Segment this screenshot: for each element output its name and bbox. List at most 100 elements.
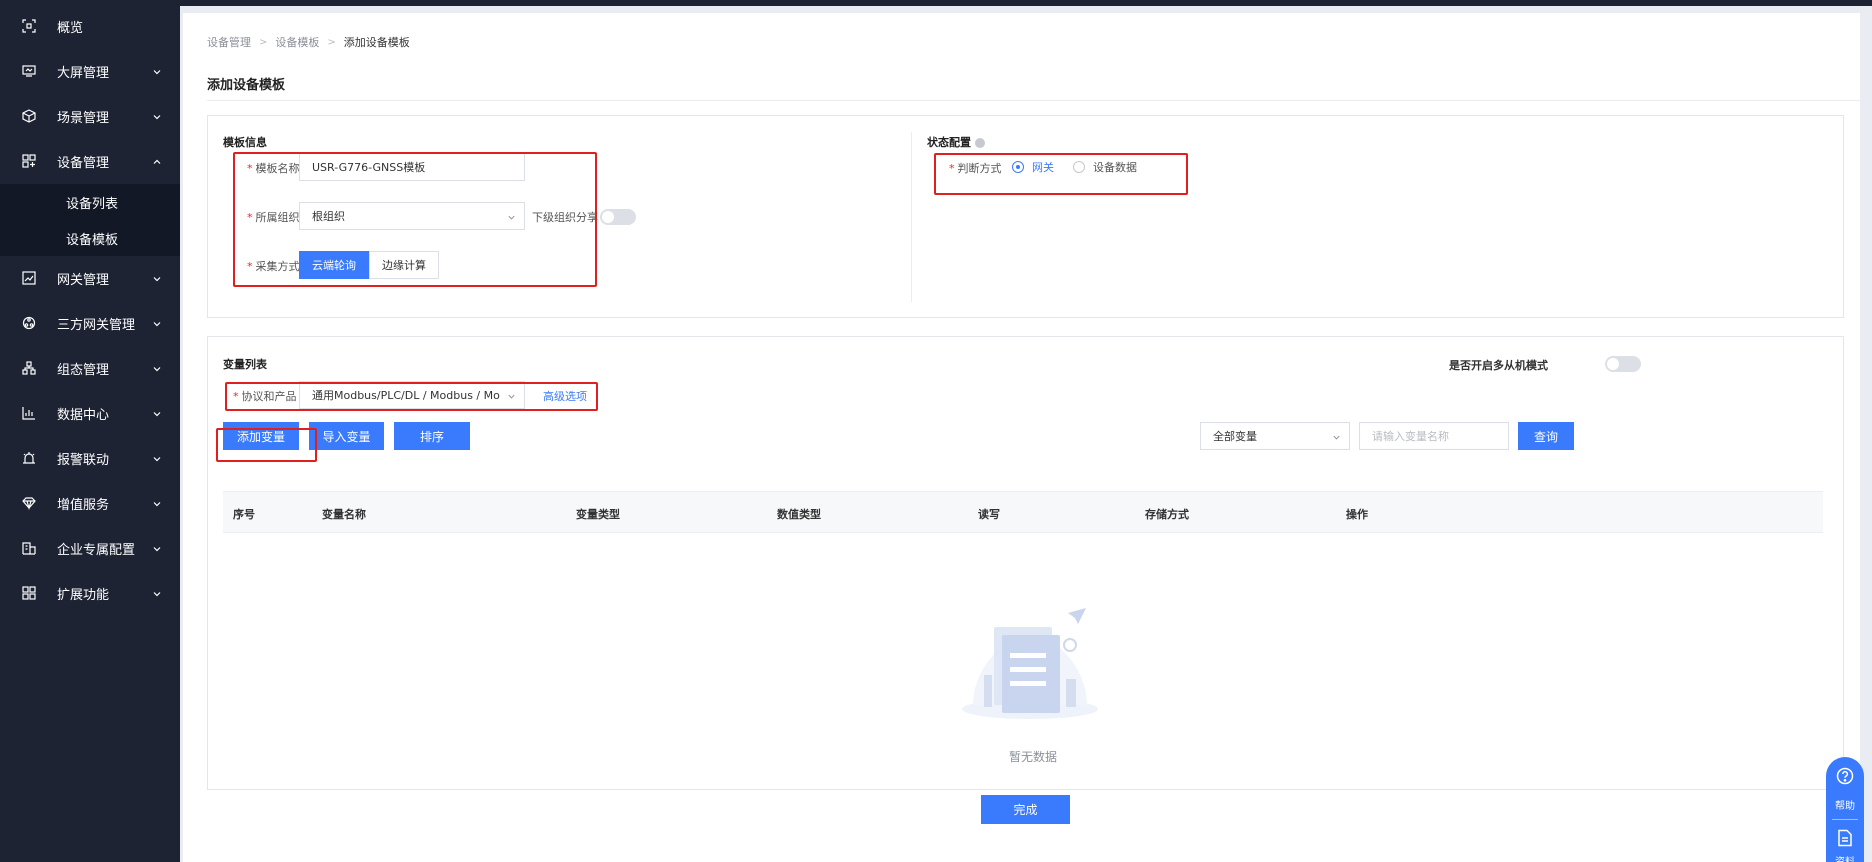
chevron-down-icon [152, 66, 162, 76]
protocol-label: * 协议和产品 [233, 390, 297, 403]
alarm-icon [22, 451, 36, 465]
organization-label: * 所属组织 [247, 211, 300, 224]
sidebar-item-third-party-gateway[interactable]: 三方网关管理 [0, 305, 180, 341]
sidebar-item-label: 扩展功能 [57, 587, 110, 603]
finish-button[interactable]: 完成 [981, 795, 1070, 824]
chevron-up-icon [152, 156, 162, 166]
method-edge-computing-button[interactable]: 边缘计算 [369, 251, 439, 279]
column-header: 存储方式 [1145, 508, 1189, 521]
template-name-input[interactable]: USR-G776-GNSS模板 [299, 153, 525, 181]
column-header: 序号 [233, 508, 255, 521]
radio-label: 设备数据 [1093, 161, 1137, 174]
collection-method-group: 云端轮询 边缘计算 [299, 251, 439, 279]
chart-icon [22, 271, 36, 285]
divider [1832, 819, 1858, 820]
grid-icon [22, 586, 36, 600]
sub-org-share-toggle[interactable] [600, 209, 636, 225]
sidebar-item-device-management[interactable]: 设备管理 [0, 143, 180, 179]
column-header: 数值类型 [777, 508, 821, 521]
judge-radio-gateway[interactable]: 网关 [1012, 159, 1054, 175]
breadcrumb-item[interactable]: 设备模板 [275, 34, 319, 50]
help-icon[interactable] [974, 138, 985, 148]
vertical-divider [911, 132, 912, 302]
sidebar-item-label: 网关管理 [57, 272, 110, 288]
floating-help-widget[interactable]: 帮助 资料 [1826, 757, 1864, 862]
building-icon [22, 541, 36, 555]
sidebar-subitem-label: 设备模板 [66, 232, 119, 248]
variable-search-input[interactable]: 请输入变量名称 [1359, 422, 1509, 450]
bar-chart-icon [22, 406, 36, 420]
breadcrumb-current: 添加设备模板 [343, 36, 410, 49]
empty-text: 暂无数据 [1009, 750, 1058, 764]
sidebar-subitem-device-template[interactable]: 设备模板 [0, 220, 180, 256]
import-variable-button[interactable]: 导入变量 [309, 422, 384, 450]
sidebar-subitem-device-list[interactable]: 设备列表 [0, 184, 180, 220]
chevron-down-icon [152, 111, 162, 121]
chevron-right-icon: > [259, 36, 268, 48]
main-content: 设备管理 > 设备模板 > 添加设备模板 添加设备模板 模板信息 * 模板名称 U… [183, 13, 1860, 862]
document-icon[interactable] [1836, 829, 1854, 847]
question-circle-icon[interactable] [1836, 767, 1854, 785]
help-label[interactable]: 帮助 [1826, 797, 1864, 812]
chevron-down-icon [152, 318, 162, 328]
template-name-label: * 模板名称 [247, 162, 300, 175]
add-variable-button[interactable]: 添加变量 [223, 422, 299, 450]
sidebar-item-gateway[interactable]: 网关管理 [0, 260, 180, 296]
sidebar-item-scene[interactable]: 场景管理 [0, 98, 180, 134]
sidebar-item-label: 场景管理 [57, 110, 110, 126]
sidebar-item-label: 三方网关管理 [57, 317, 136, 333]
network-icon [22, 316, 36, 330]
chevron-right-icon: > [327, 36, 336, 48]
chevron-down-icon [1332, 432, 1341, 441]
section-title-template-info: 模板信息 [223, 136, 267, 149]
radio-label: 网关 [1032, 161, 1054, 174]
sidebar-subitem-label: 设备列表 [66, 196, 119, 212]
docs-label[interactable]: 资料 [1826, 853, 1864, 862]
sort-button[interactable]: 排序 [394, 422, 470, 450]
sidebar-item-configuration[interactable]: 组态管理 [0, 350, 180, 386]
top-strip [180, 0, 1872, 6]
sidebar: 概览 大屏管理 场景管理 设备管理 设备列表 设备模板 网关管理 三方网关管理 … [0, 0, 180, 862]
sidebar-item-overview[interactable]: 概览 [0, 8, 180, 44]
sidebar-item-label: 设备管理 [57, 155, 110, 171]
sidebar-item-alarm[interactable]: 报警联动 [0, 440, 180, 476]
sidebar-item-big-screen[interactable]: 大屏管理 [0, 53, 180, 89]
scan-icon [22, 19, 36, 33]
device-icon [22, 154, 36, 168]
sidebar-item-extensions[interactable]: 扩展功能 [0, 575, 180, 611]
chevron-down-icon [507, 212, 516, 221]
advanced-options-link[interactable]: 高级选项 [543, 388, 587, 404]
variable-table-header: 序号 变量名称 变量类型 数值类型 读写 存储方式 操作 [223, 491, 1823, 533]
variable-filter-value: 全部变量 [1213, 430, 1257, 443]
chevron-down-icon [152, 453, 162, 463]
column-header: 变量名称 [322, 508, 366, 521]
protocol-select[interactable]: 通用Modbus/PLC/DL / Modbus / Modbus RT [299, 381, 525, 409]
query-button[interactable]: 查询 [1518, 422, 1574, 450]
organization-select[interactable]: 根组织 [299, 202, 525, 230]
sidebar-item-label: 大屏管理 [57, 65, 110, 81]
sidebar-item-label: 增值服务 [57, 497, 110, 513]
sidebar-item-value-added[interactable]: 增值服务 [0, 485, 180, 521]
divider [207, 100, 1860, 101]
collection-method-label: * 采集方式 [247, 260, 300, 273]
device-submenu: 设备列表 设备模板 [0, 184, 180, 256]
sidebar-item-enterprise-config[interactable]: 企业专属配置 [0, 530, 180, 566]
organization-select-value: 根组织 [312, 210, 345, 223]
judge-radio-device-data[interactable]: 设备数据 [1073, 159, 1137, 175]
monitor-icon [22, 64, 36, 78]
sidebar-item-data-center[interactable]: 数据中心 [0, 395, 180, 431]
breadcrumb-item[interactable]: 设备管理 [207, 34, 251, 50]
sidebar-item-label: 报警联动 [57, 452, 110, 468]
multi-slave-toggle[interactable] [1605, 356, 1641, 372]
judge-method-label: * 判断方式 [949, 162, 1002, 175]
chevron-down-icon [152, 588, 162, 598]
section-title-status-config: 状态配置 [927, 134, 985, 150]
method-cloud-polling-button[interactable]: 云端轮询 [299, 251, 369, 279]
chevron-down-icon [152, 408, 162, 418]
sidebar-item-label: 概览 [57, 20, 84, 36]
chevron-down-icon [507, 391, 516, 400]
column-header: 操作 [1346, 508, 1368, 521]
multi-slave-label: 是否开启多从机模式 [1449, 359, 1548, 372]
sidebar-item-label: 组态管理 [57, 362, 110, 378]
variable-filter-select[interactable]: 全部变量 [1200, 422, 1350, 450]
